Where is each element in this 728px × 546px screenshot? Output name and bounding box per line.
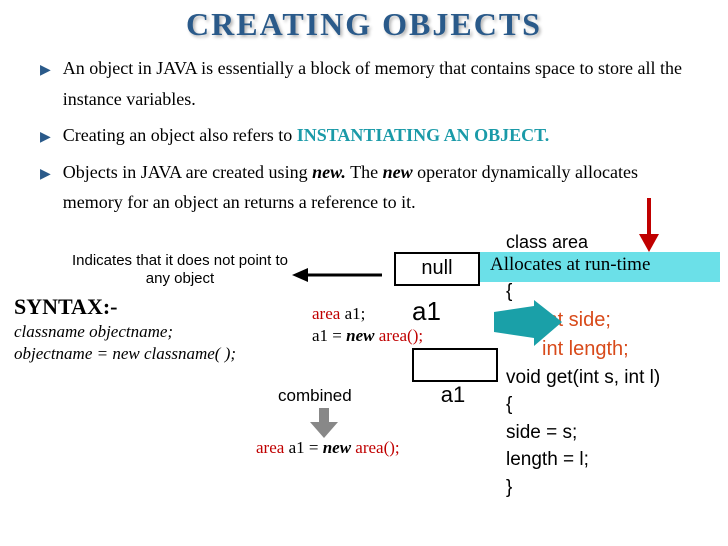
code-declaration: area a1;	[312, 304, 365, 324]
arrow-down-icon	[634, 198, 664, 254]
keyword-text: new	[323, 438, 356, 457]
keyword-text: new	[346, 326, 379, 345]
type-text: area	[256, 438, 284, 457]
method-signature: void get(int s, int l)	[506, 364, 660, 392]
syntax-block: classname objectname; objectname = new c…	[14, 322, 236, 364]
brace-open: {	[506, 391, 660, 419]
bullet-list: ▶ An object in JAVA is essentially a blo…	[0, 53, 728, 218]
alloc-runtime-label: Allocates at run-time	[490, 254, 650, 276]
text-fragment: The	[346, 162, 383, 182]
brace-close: }	[506, 474, 660, 502]
slide-title: CREATING OBJECTS	[0, 0, 728, 53]
arrow-left-icon	[292, 266, 382, 284]
bullet-item: ▶ Creating an object also refers to INST…	[40, 120, 698, 151]
bullet-marker-icon: ▶	[40, 126, 51, 150]
text-fragment: Creating an object also refers to	[63, 125, 297, 145]
a1-box-label: a1	[412, 382, 494, 408]
text-fragment: Objects in JAVA are created using	[63, 162, 312, 182]
var-text: a1;	[340, 304, 365, 323]
syntax-line: classname objectname;	[14, 322, 236, 342]
combined-label: combined	[278, 386, 352, 406]
a1-memory-box	[412, 348, 498, 382]
bullet-marker-icon: ▶	[40, 163, 51, 187]
bullet-marker-icon: ▶	[40, 59, 51, 83]
bullet-item: ▶ An object in JAVA is essentially a blo…	[40, 53, 698, 114]
syntax-line: objectname = new classname( );	[14, 344, 236, 364]
code-assignment: a1 = new area();	[312, 326, 423, 346]
bullet-text: Objects in JAVA are created using new. T…	[63, 157, 698, 218]
a1-label: a1	[412, 296, 441, 327]
bullet-text: Creating an object also refers to INSTAN…	[63, 120, 698, 151]
null-box: null	[394, 252, 480, 286]
combined-code: area a1 = new area();	[256, 438, 400, 458]
arrow-right-icon	[494, 300, 562, 346]
keyword-text: new.	[312, 162, 346, 182]
class-name-line: class area	[506, 230, 588, 254]
arrow-down-wide-icon	[310, 408, 338, 438]
keyword-text: new	[383, 162, 413, 182]
bullet-item: ▶ Objects in JAVA are created using new.…	[40, 157, 698, 218]
text-fragment: a1 =	[284, 438, 322, 457]
call-text: area();	[355, 438, 399, 457]
lhs-text: a1 =	[312, 326, 346, 345]
class-header: class area	[506, 232, 588, 256]
call-text: area();	[379, 326, 423, 345]
annotation-label: Indicates that it does not point to any …	[60, 252, 300, 288]
syntax-heading: SYNTAX:-	[14, 294, 117, 320]
highlight-text: INSTANTIATING AN OBJECT.	[297, 125, 550, 145]
statement: side = s;	[506, 419, 660, 447]
bullet-text: An object in JAVA is essentially a block…	[63, 53, 698, 114]
type-text: area	[312, 304, 340, 323]
statement: length = l;	[506, 446, 660, 474]
